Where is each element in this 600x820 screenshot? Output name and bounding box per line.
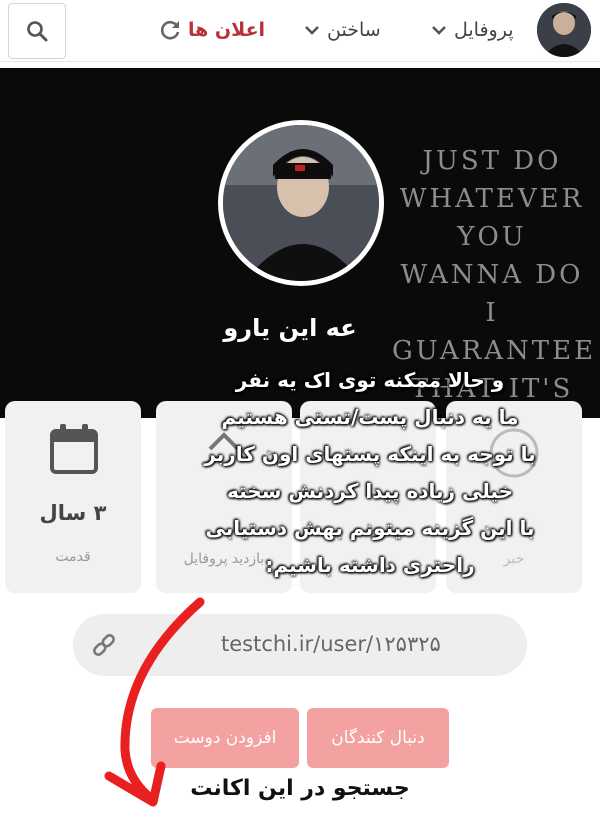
refresh-icon bbox=[160, 20, 180, 40]
stat-age-caption: قدمت bbox=[55, 549, 91, 565]
chevron-down-icon bbox=[432, 26, 446, 35]
nav-build-menu[interactable]: ساختن bbox=[303, 16, 381, 44]
search-icon bbox=[27, 21, 48, 42]
calendar-icon bbox=[50, 424, 98, 474]
profile-link-text[interactable]: testchi.ir/user/۱۲۵۳۲۵ bbox=[221, 632, 441, 656]
profile-name: عه این یارو bbox=[223, 314, 357, 342]
top-nav-bar: اعلان ها ساختن پروفایل bbox=[0, 0, 600, 62]
profile-photo bbox=[223, 125, 379, 281]
link-icon bbox=[93, 634, 115, 656]
profile-link-field[interactable]: testchi.ir/user/۱۲۵۳۲۵ bbox=[73, 614, 527, 676]
followers-button[interactable]: دنبال کنندگان bbox=[307, 708, 449, 768]
nav-build-label: ساختن bbox=[327, 19, 381, 41]
avatar-image bbox=[537, 3, 591, 57]
stat-age-value: ۳ سال bbox=[39, 501, 107, 525]
nav-profile-menu[interactable]: پروفایل bbox=[430, 16, 514, 44]
search-in-account-link[interactable]: جستجو در این اکانت bbox=[150, 776, 450, 801]
search-button[interactable] bbox=[8, 3, 66, 59]
add-friend-button[interactable]: افزودن دوست bbox=[151, 708, 299, 768]
user-avatar[interactable] bbox=[537, 3, 591, 57]
nav-announcements-label: اعلان ها bbox=[188, 19, 266, 41]
annotation-text: و حالا ممکنه توی اک یه نفر ما یه دنبال پ… bbox=[204, 368, 536, 577]
nav-profile-label: پروفایل bbox=[454, 19, 514, 41]
nav-announcements[interactable]: اعلان ها bbox=[158, 16, 265, 44]
stat-card-age: ۳ سال قدمت bbox=[5, 401, 141, 593]
profile-avatar bbox=[218, 120, 384, 286]
chevron-down-icon bbox=[305, 26, 319, 35]
